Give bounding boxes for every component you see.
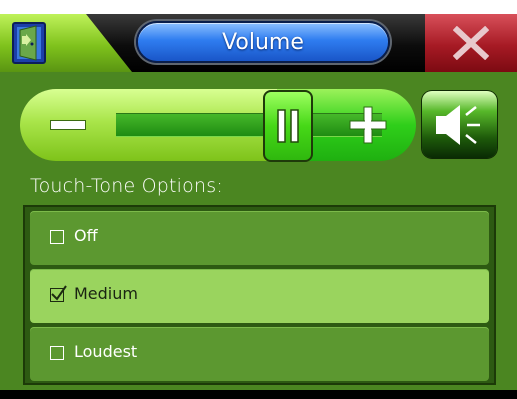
pause-bars-icon: [277, 109, 299, 143]
touch-tone-options-list: Off Medium Loudest: [23, 205, 496, 385]
door-exit-icon[interactable]: [12, 22, 46, 64]
checkbox-off[interactable]: [50, 230, 64, 244]
option-loudest[interactable]: Loudest: [30, 327, 489, 381]
checkbox-loudest[interactable]: [50, 346, 64, 360]
volume-down-button[interactable]: [20, 89, 116, 161]
option-label: Off: [74, 226, 98, 245]
checkbox-medium[interactable]: [50, 285, 67, 302]
volume-slider-thumb[interactable]: [263, 90, 313, 162]
bottom-bar: [0, 390, 517, 399]
checkmark-icon: [51, 285, 67, 301]
mute-button[interactable]: [422, 91, 497, 158]
speaker-icon: [436, 105, 480, 145]
close-x-icon: [453, 26, 489, 60]
window-title-pill: Volume: [136, 21, 390, 63]
close-button[interactable]: [425, 14, 517, 72]
volume-dialog: Volume Touch-Tone Options: Off Medium Lo…: [0, 0, 517, 399]
option-label: Medium: [74, 284, 138, 303]
volume-up-button[interactable]: [326, 89, 410, 161]
minus-icon: [51, 121, 85, 129]
window-title: Volume: [222, 29, 304, 55]
touch-tone-options-label: Touch-Tone Options:: [30, 175, 223, 197]
option-medium[interactable]: Medium: [30, 269, 489, 323]
plus-icon: [349, 106, 387, 144]
option-label: Loudest: [74, 342, 138, 361]
option-off[interactable]: Off: [30, 211, 489, 265]
